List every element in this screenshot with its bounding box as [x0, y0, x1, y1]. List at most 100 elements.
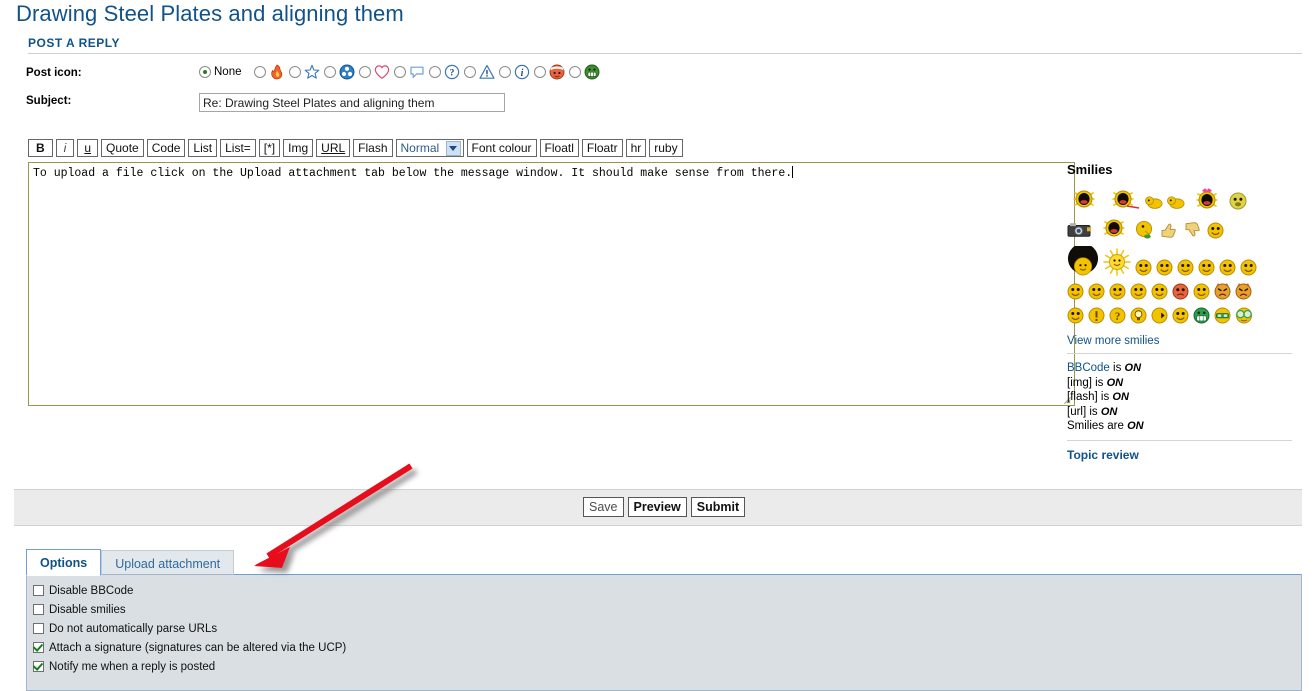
post-icon-option-info-icon[interactable]: i [498, 64, 530, 80]
ruby-button[interactable]: ruby [649, 139, 683, 157]
bold-button[interactable]: B [28, 139, 53, 157]
smilies-grid[interactable]: ? [1067, 186, 1302, 327]
thumbs-up-smilie[interactable] [1159, 221, 1179, 242]
tongue-smilie[interactable] [1130, 283, 1147, 303]
checkbox-disable-smilies[interactable] [33, 604, 44, 615]
sick-smilie[interactable] [1229, 192, 1247, 213]
url-button[interactable]: URL [316, 139, 351, 157]
chevron-down-icon[interactable] [445, 140, 461, 156]
checkbox-notify-reply[interactable] [33, 661, 44, 672]
shout-smilie[interactable] [1067, 188, 1101, 213]
save-button[interactable]: Save [583, 497, 624, 517]
post-icon-option-red-face-icon[interactable] [533, 64, 565, 80]
checkbox-no-parse-urls[interactable] [33, 623, 44, 634]
mrgreen-smilie[interactable] [1109, 283, 1126, 303]
neutral-smilie[interactable] [1207, 222, 1224, 242]
radio-green-grin-icon[interactable] [568, 66, 581, 78]
message-textarea[interactable]: To upload a file click on the Upload att… [28, 162, 1075, 406]
underline-button[interactable]: u [77, 139, 99, 157]
duck-smilie[interactable] [1145, 194, 1163, 213]
bbcode-status-key[interactable]: BBCode [1067, 362, 1110, 374]
post-icon-option-biohazard-icon[interactable] [323, 64, 355, 80]
mad-smilie[interactable] [1172, 283, 1189, 303]
flash-button[interactable]: Flash [353, 139, 393, 157]
post-icon-option-question-icon[interactable]: ? [428, 64, 460, 80]
list-button[interactable]: List [188, 139, 218, 157]
wink-smilie[interactable] [1177, 259, 1194, 279]
grin-smilie[interactable] [1156, 259, 1173, 279]
view-more-smilies-link[interactable]: View more smilies [1067, 335, 1302, 347]
bbcode-toolbar[interactable]: Bi u Quote Code List List= [*] Img URL Flash Norma… [28, 139, 683, 157]
post-icon-option-star-icon[interactable] [288, 64, 320, 80]
eyes-smilie[interactable] [1067, 307, 1084, 327]
radio-warning-icon[interactable] [463, 66, 476, 78]
option-row[interactable]: Notify me when a reply is posted [33, 657, 1301, 676]
topic-review-link[interactable]: Topic review [1067, 448, 1302, 462]
laugh-smilie[interactable] [1135, 259, 1152, 279]
green-grin-smilie[interactable] [1193, 307, 1210, 327]
afro-smilie[interactable] [1067, 243, 1099, 279]
checkbox-attach-signature[interactable] [33, 642, 44, 653]
post-icon-option-green-grin-icon[interactable] [568, 64, 600, 80]
option-row[interactable]: Disable smilies [33, 600, 1301, 619]
question-smilie[interactable]: ? [1109, 307, 1126, 327]
font-colour-button[interactable]: Font colour [466, 139, 537, 157]
star-icon[interactable] [304, 64, 320, 80]
option-row[interactable]: Disable BBCode [33, 581, 1301, 600]
radio-biohazard-icon[interactable] [323, 66, 336, 78]
radio-fire-icon[interactable] [253, 66, 266, 78]
green-grin-icon[interactable] [584, 64, 600, 80]
list-item-button[interactable]: [*] [258, 139, 281, 157]
post-icon-option-fire-icon[interactable] [253, 64, 285, 80]
shout-bow-smilie[interactable] [1189, 186, 1225, 213]
question-icon[interactable]: ? [444, 64, 460, 80]
tab-strip[interactable]: Options Upload attachment [26, 548, 235, 576]
tab-upload-attachment[interactable]: Upload attachment [101, 550, 235, 575]
horizontal-rule-button[interactable]: hr [625, 139, 647, 157]
post-icon-option-warning-icon[interactable] [463, 64, 495, 80]
glasses-smilie[interactable] [1214, 307, 1231, 327]
code-button[interactable]: Code [146, 139, 186, 157]
radio-red-face-icon[interactable] [533, 66, 546, 78]
italic-button[interactable]: i [55, 139, 75, 157]
preview-button[interactable]: Preview [627, 497, 687, 517]
idea-smilie[interactable] [1130, 307, 1147, 327]
sunny-smilie[interactable] [1103, 248, 1131, 279]
geek-smilie[interactable] [1235, 307, 1253, 327]
info-icon[interactable]: i [514, 64, 530, 80]
red-face-icon[interactable] [549, 64, 565, 80]
float-left-button[interactable]: Floatl [539, 139, 579, 157]
duck2-smilie[interactable] [1167, 194, 1185, 213]
arrow-smilie[interactable] [1151, 307, 1168, 327]
post-icon-option-none[interactable]: None [199, 66, 250, 78]
radio-info-icon[interactable] [498, 66, 511, 78]
option-row[interactable]: Do not automatically parse URLs [33, 619, 1301, 638]
exclaim-smilie[interactable] [1088, 307, 1105, 327]
shout2-smilie[interactable] [1097, 217, 1131, 242]
surprised-smilie[interactable] [1219, 259, 1236, 279]
float-right-button[interactable]: Floatr [581, 139, 623, 157]
checkbox-disable-bbcode[interactable] [33, 585, 44, 596]
radio-none[interactable] [199, 66, 211, 78]
heart-icon[interactable] [374, 64, 390, 80]
biohazard-icon[interactable] [339, 64, 355, 80]
post-icon-radio-group[interactable]: None? i [199, 64, 604, 80]
confused-smilie[interactable] [1193, 283, 1210, 303]
option-row[interactable]: Attach a signature (signatures can be al… [33, 638, 1301, 657]
grimace-smilie[interactable] [1198, 259, 1215, 279]
evil-smilie[interactable] [1214, 283, 1231, 303]
post-icon-option-heart-icon[interactable] [358, 64, 390, 80]
radio-star-icon[interactable] [288, 66, 301, 78]
radio-speech-bubble-icon[interactable] [393, 66, 406, 78]
warning-icon[interactable] [478, 64, 495, 80]
ordered-list-button[interactable]: List= [220, 139, 256, 157]
tab-options[interactable]: Options [26, 549, 102, 576]
shocked-smilie[interactable] [1240, 259, 1257, 279]
cool-smilie[interactable] [1088, 283, 1105, 303]
post-icon-option-speech-bubble-icon[interactable] [393, 64, 425, 80]
fire-icon[interactable] [269, 64, 285, 80]
shout-tongue-smilie[interactable] [1105, 188, 1141, 213]
image-button[interactable]: Img [283, 139, 314, 157]
rolleyes-smilie[interactable] [1067, 283, 1084, 303]
twisted-smilie[interactable] [1235, 283, 1252, 303]
